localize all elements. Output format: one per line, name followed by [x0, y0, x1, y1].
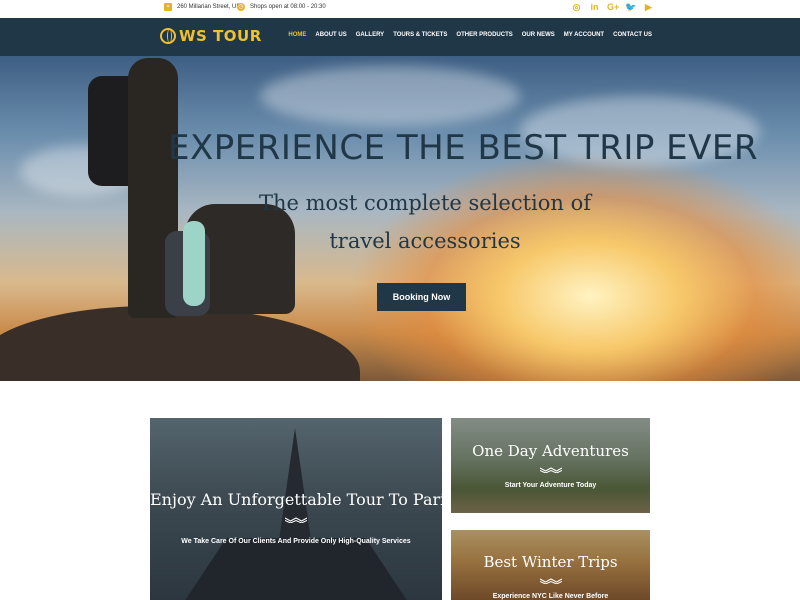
promo-card-one-day[interactable]: One Day Adventures Start Your Adventure … [451, 418, 650, 513]
card-title: Best Winter Trips [483, 553, 618, 571]
nav-item-my-account[interactable]: MY ACCOUNT [564, 32, 604, 38]
address-info: ▪ 260 Millarian Street, USA [164, 3, 244, 11]
hero-title: EXPERIENCE THE BEST TRIP EVER [168, 128, 759, 168]
wave-divider-icon [539, 467, 562, 473]
wave-divider-icon [539, 578, 562, 584]
nav-item-gallery[interactable]: GALLERY [356, 32, 384, 38]
card-caption: Experience NYC Like Never Before [492, 593, 609, 600]
card-caption: Start Your Adventure Today [504, 482, 597, 489]
hero-rock-image [0, 306, 360, 381]
google-plus-icon[interactable]: G+ [607, 2, 619, 13]
wave-divider-icon [285, 517, 307, 523]
logo-text: WS TOUR [179, 27, 262, 45]
hero-subtitle-line2: travel accessories [329, 229, 521, 253]
top-info-bar: ▪ 260 Millarian Street, USA ◷ Shops open… [0, 0, 800, 18]
nav-item-other-products[interactable]: OTHER PRODUCTS [456, 32, 512, 38]
linkedin-icon[interactable]: in [589, 2, 600, 13]
main-navbar: WS TOUR HOME ABOUT US GALLERY TOURS & TI… [0, 18, 800, 56]
nav-item-home[interactable]: HOME [288, 32, 306, 38]
site-logo[interactable]: WS TOUR [160, 27, 262, 45]
nav-item-contact-us[interactable]: CONTACT US [613, 32, 652, 38]
twitter-icon[interactable]: 🐦 [625, 2, 636, 13]
nav-item-our-news[interactable]: OUR NEWS [522, 32, 555, 38]
hero-banner: EXPERIENCE THE BEST TRIP EVER The most c… [0, 56, 800, 381]
map-icon: ▪ [164, 3, 172, 11]
globe-icon [160, 28, 176, 44]
hours-text: Shops open at 08:00 - 20:30 [250, 4, 326, 10]
card-overlay [150, 418, 442, 600]
nav-item-tours-tickets[interactable]: TOURS & TICKETS [393, 32, 447, 38]
hero-subtitle: The most complete selection of travel ac… [200, 184, 650, 260]
instagram-icon[interactable]: ◎ [571, 2, 582, 13]
nav-item-about-us[interactable]: ABOUT US [315, 32, 346, 38]
promo-card-paris[interactable]: Enjoy An Unforgettable Tour To Paris! We… [150, 418, 442, 600]
promo-card-winter[interactable]: Best Winter Trips Experience NYC Like Ne… [451, 530, 650, 600]
hours-info: ◷ Shops open at 08:00 - 20:30 [237, 3, 326, 11]
hero-subtitle-line1: The most complete selection of [258, 191, 592, 215]
card-title: Enjoy An Unforgettable Tour To Paris! [150, 490, 442, 509]
card-overlay [451, 418, 650, 513]
address-text: 260 Millarian Street, USA [177, 4, 245, 10]
booking-now-button[interactable]: Booking Now [377, 283, 466, 311]
youtube-icon[interactable]: ▶ [643, 2, 654, 13]
hero-cloud [260, 66, 520, 126]
clock-icon: ◷ [237, 3, 245, 11]
social-links: ◎ in G+ 🐦 ▶ [571, 2, 654, 13]
card-title: One Day Adventures [472, 442, 629, 460]
nav-menu: HOME ABOUT US GALLERY TOURS & TICKETS OT… [288, 32, 652, 38]
card-caption: We Take Care Of Our Clients And Provide … [181, 538, 411, 545]
